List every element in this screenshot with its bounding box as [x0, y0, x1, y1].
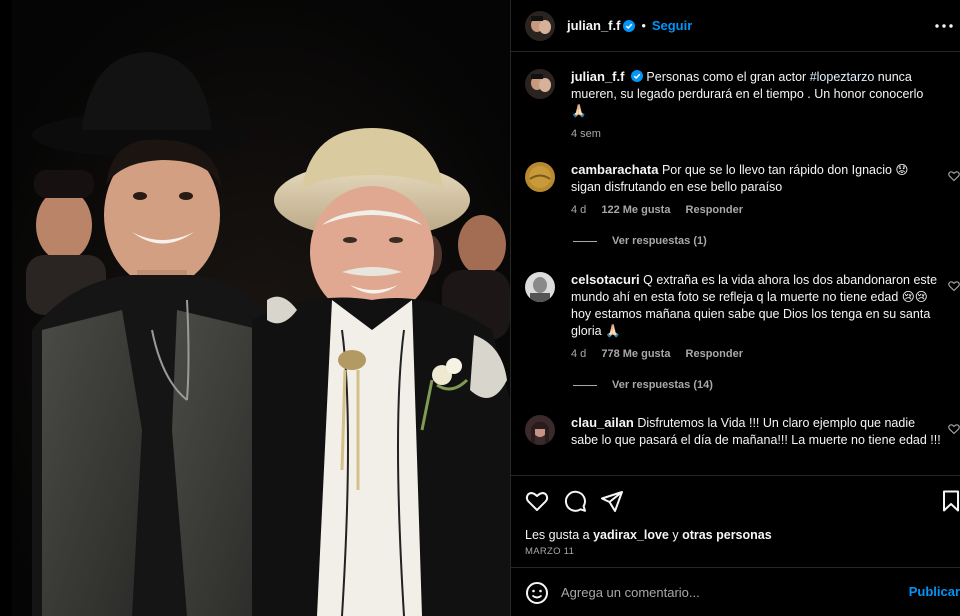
commenter-avatar[interactable]	[525, 415, 555, 445]
follow-button[interactable]: Seguir	[652, 18, 692, 33]
view-replies-label[interactable]: Ver respuestas (1)	[612, 235, 707, 247]
likes-prefix: Les gusta a	[525, 528, 594, 542]
publish-button[interactable]: Publicar	[909, 584, 960, 599]
comment-username[interactable]: cambarachata	[571, 162, 658, 177]
comment-time: 4 d	[571, 204, 587, 216]
comment-time: 4 d	[571, 348, 587, 360]
comment-composer: Publicar	[511, 567, 960, 616]
comment-meta: 4 d 122 Me gusta Responder	[571, 203, 941, 217]
verified-badge-icon	[623, 19, 636, 32]
post-date: MARZO 11	[525, 546, 575, 557]
post-side-panel: julian_f.f • Seguir julian_f.f Personas …	[510, 0, 960, 616]
comment-item: clau_ailan Disfrutemos la Vida !!! Un cl…	[525, 414, 960, 449]
liker-username[interactable]: yadirax_love	[593, 528, 669, 542]
replies-divider-line	[573, 240, 597, 242]
separator-dot: •	[641, 18, 646, 33]
share-send-icon[interactable]	[600, 489, 624, 513]
author-username[interactable]: julian_f.f	[567, 18, 620, 33]
view-replies-label[interactable]: Ver respuestas (14)	[612, 379, 713, 391]
caption: julian_f.f Personas como el gran actor #…	[525, 68, 960, 141]
comment-item: cambarachata Por que se lo llevo tan ráp…	[525, 161, 960, 217]
comment-meta: 4 d 778 Me gusta Responder	[571, 347, 941, 361]
caption-meta: 4 sem	[571, 127, 941, 141]
commenter-avatar[interactable]	[525, 272, 555, 302]
post-actions: Les gusta a yadirax_love y otras persona…	[511, 475, 960, 566]
comment-likes[interactable]: 122 Me gusta	[601, 204, 670, 216]
reply-button[interactable]: Responder	[686, 348, 743, 360]
hashtag-link[interactable]: #lopeztarzo	[810, 70, 875, 84]
more-options-icon[interactable]	[934, 16, 954, 36]
like-comment-heart-icon[interactable]	[948, 280, 960, 292]
post-header: julian_f.f • Seguir	[511, 0, 960, 52]
comments-list[interactable]: julian_f.f Personas como el gran actor #…	[511, 53, 960, 475]
commenter-avatar[interactable]	[525, 162, 555, 192]
reply-button[interactable]: Responder	[686, 204, 743, 216]
emoji-icon[interactable]	[525, 581, 549, 605]
comment-text: celsotacuri Q extraña es la vida ahora l…	[571, 271, 941, 340]
comment-input[interactable]	[561, 580, 891, 604]
comment-bubble-icon[interactable]	[563, 489, 587, 513]
view-replies-button[interactable]: Ver respuestas (14)	[573, 379, 713, 391]
comment-text: cambarachata Por que se lo llevo tan ráp…	[571, 161, 941, 196]
comment-username[interactable]: celsotacuri	[571, 272, 640, 287]
author-avatar[interactable]	[525, 69, 555, 99]
save-bookmark-icon[interactable]	[939, 489, 960, 513]
comment-likes[interactable]: 778 Me gusta	[601, 348, 670, 360]
replies-divider-line	[573, 384, 597, 386]
author-avatar[interactable]	[525, 10, 555, 41]
caption-time: 4 sem	[571, 128, 601, 140]
like-comment-heart-icon[interactable]	[948, 423, 960, 435]
like-heart-icon[interactable]	[525, 489, 549, 513]
caption-text: julian_f.f Personas como el gran actor #…	[571, 68, 941, 120]
comment-username[interactable]: clau_ailan	[571, 415, 634, 430]
like-comment-heart-icon[interactable]	[948, 170, 960, 182]
post-photo[interactable]	[12, 0, 510, 616]
caption-body: Personas como el gran actor	[646, 70, 810, 84]
caption-username[interactable]: julian_f.f	[571, 69, 624, 84]
likers-others-link[interactable]: otras personas	[682, 528, 772, 542]
view-replies-button[interactable]: Ver respuestas (1)	[573, 235, 707, 247]
likes-middle: y	[668, 528, 683, 542]
comment-item: celsotacuri Q extraña es la vida ahora l…	[525, 271, 960, 361]
verified-badge-icon	[630, 70, 643, 82]
comment-text: clau_ailan Disfrutemos la Vida !!! Un cl…	[571, 414, 941, 449]
likes-summary: Les gusta a yadirax_love y otras persona…	[525, 528, 772, 542]
